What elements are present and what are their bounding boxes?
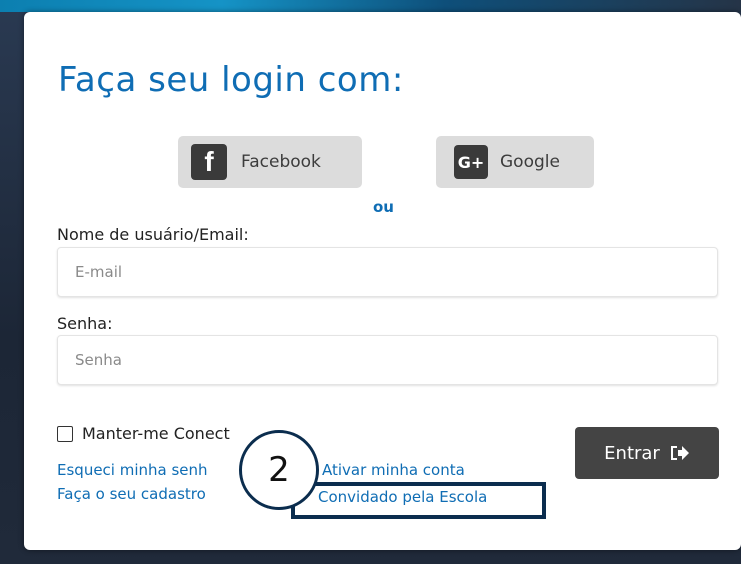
separator-text: ou — [373, 198, 394, 216]
sign-in-icon — [670, 446, 689, 460]
password-field[interactable] — [57, 335, 718, 385]
username-label: Nome de usuário/Email: — [57, 225, 249, 244]
google-plus-icon: G+ — [454, 145, 488, 179]
facebook-login-button[interactable]: f Facebook — [178, 136, 362, 188]
signup-link[interactable]: Faça o seu cadastro — [57, 485, 206, 503]
facebook-icon: f — [191, 144, 227, 180]
google-label: Google — [500, 152, 560, 172]
page-title: Faça seu login com: — [58, 60, 404, 100]
remember-checkbox[interactable] — [57, 425, 73, 442]
callout-number-badge: 2 — [239, 430, 319, 510]
facebook-label: Facebook — [241, 152, 321, 172]
remember-label: Manter-me Conect — [82, 424, 230, 443]
callout-highlight-box — [291, 482, 546, 519]
activate-account-link[interactable]: Ativar minha conta — [322, 461, 465, 479]
remember-me[interactable]: Manter-me Conect — [57, 424, 230, 443]
login-submit-button[interactable]: Entrar — [575, 427, 719, 479]
submit-label: Entrar — [604, 442, 660, 464]
email-field[interactable] — [57, 247, 718, 297]
google-login-button[interactable]: G+ Google — [436, 136, 594, 188]
password-label: Senha: — [57, 314, 113, 333]
forgot-password-link[interactable]: Esqueci minha senh — [57, 461, 208, 479]
